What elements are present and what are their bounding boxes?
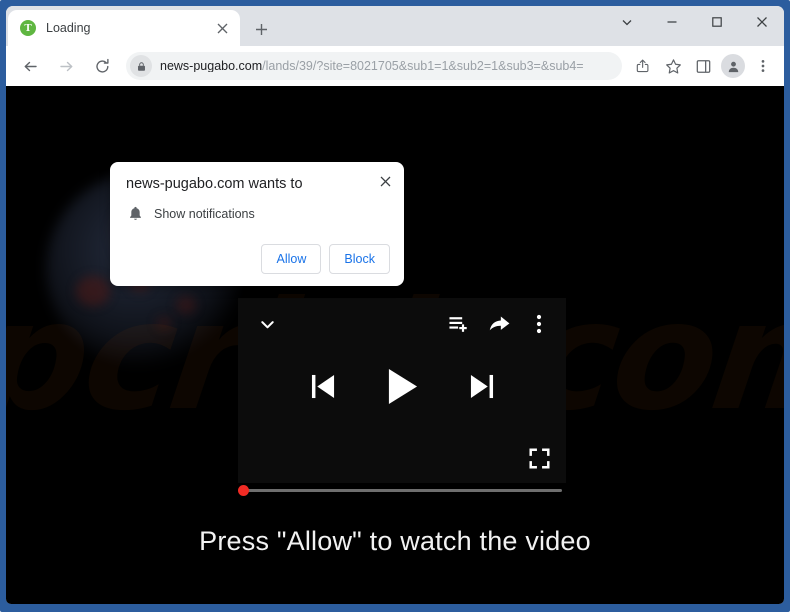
window-controls bbox=[604, 6, 784, 46]
tab-close-icon[interactable] bbox=[212, 18, 232, 38]
tab-favicon: T bbox=[20, 20, 36, 36]
popup-actions: Allow Block bbox=[261, 244, 390, 274]
url-host: news-pugabo.com bbox=[160, 59, 263, 73]
player-progress-bar[interactable] bbox=[238, 484, 566, 496]
share-icon[interactable] bbox=[629, 52, 657, 80]
popup-permission-row: Show notifications bbox=[126, 206, 388, 221]
player-transport-controls bbox=[238, 368, 566, 405]
window-close-button[interactable] bbox=[739, 6, 784, 38]
search-tabs-button[interactable] bbox=[604, 6, 649, 38]
three-dots-vertical-icon[interactable] bbox=[526, 311, 552, 337]
progress-track bbox=[242, 488, 562, 492]
popup-close-icon[interactable] bbox=[374, 170, 396, 192]
lock-icon[interactable] bbox=[130, 55, 152, 77]
bell-icon bbox=[126, 206, 144, 221]
notification-permission-popup: news-pugabo.com wants to Show notificati… bbox=[110, 162, 404, 286]
reload-button[interactable] bbox=[87, 51, 117, 81]
next-track-icon[interactable] bbox=[469, 373, 494, 400]
popup-title: news-pugabo.com wants to bbox=[126, 176, 303, 192]
video-player bbox=[238, 298, 566, 496]
block-button[interactable]: Block bbox=[329, 244, 390, 274]
add-to-queue-icon[interactable] bbox=[446, 311, 472, 337]
tab-strip: T Loading bbox=[6, 6, 784, 46]
window-maximize-button[interactable] bbox=[694, 6, 739, 38]
page-headline: Press "Allow" to watch the video bbox=[199, 526, 591, 556]
browser-tab[interactable]: T Loading bbox=[8, 10, 240, 46]
address-bar-url: news-pugabo.com/lands/39/?site=8021705&s… bbox=[160, 60, 612, 73]
window-minimize-button[interactable] bbox=[649, 6, 694, 38]
player-top-bar bbox=[238, 298, 566, 350]
popup-permission-label: Show notifications bbox=[154, 206, 255, 221]
browser-window: T Loading news-pugabo.com/lands/39/?site… bbox=[0, 0, 790, 612]
progress-thumb[interactable] bbox=[238, 484, 249, 496]
play-icon[interactable] bbox=[386, 368, 419, 405]
forward-button[interactable] bbox=[51, 51, 81, 81]
share-arrow-icon[interactable] bbox=[486, 311, 512, 337]
back-button[interactable] bbox=[15, 51, 45, 81]
browser-toolbar: news-pugabo.com/lands/39/?site=8021705&s… bbox=[6, 46, 784, 86]
chevron-down-icon[interactable] bbox=[252, 309, 282, 339]
allow-button[interactable]: Allow bbox=[261, 244, 322, 274]
url-path: /lands/39/?site=8021705&sub1=1&sub2=1&su… bbox=[262, 59, 584, 73]
profile-avatar[interactable] bbox=[721, 54, 745, 78]
address-bar[interactable]: news-pugabo.com/lands/39/?site=8021705&s… bbox=[126, 52, 622, 80]
player-top-bar-actions bbox=[446, 311, 552, 337]
browser-window-inner: T Loading news-pugabo.com/lands/39/?site… bbox=[6, 6, 784, 604]
previous-track-icon[interactable] bbox=[311, 373, 336, 400]
page-viewport: pcrisk.com bbox=[6, 86, 784, 604]
side-panel-icon[interactable] bbox=[689, 52, 717, 80]
fullscreen-icon[interactable] bbox=[526, 445, 552, 471]
new-tab-button[interactable] bbox=[248, 16, 274, 42]
bookmark-star-icon[interactable] bbox=[659, 52, 687, 80]
browser-menu-icon[interactable] bbox=[749, 52, 777, 80]
tab-title: Loading bbox=[46, 21, 91, 35]
